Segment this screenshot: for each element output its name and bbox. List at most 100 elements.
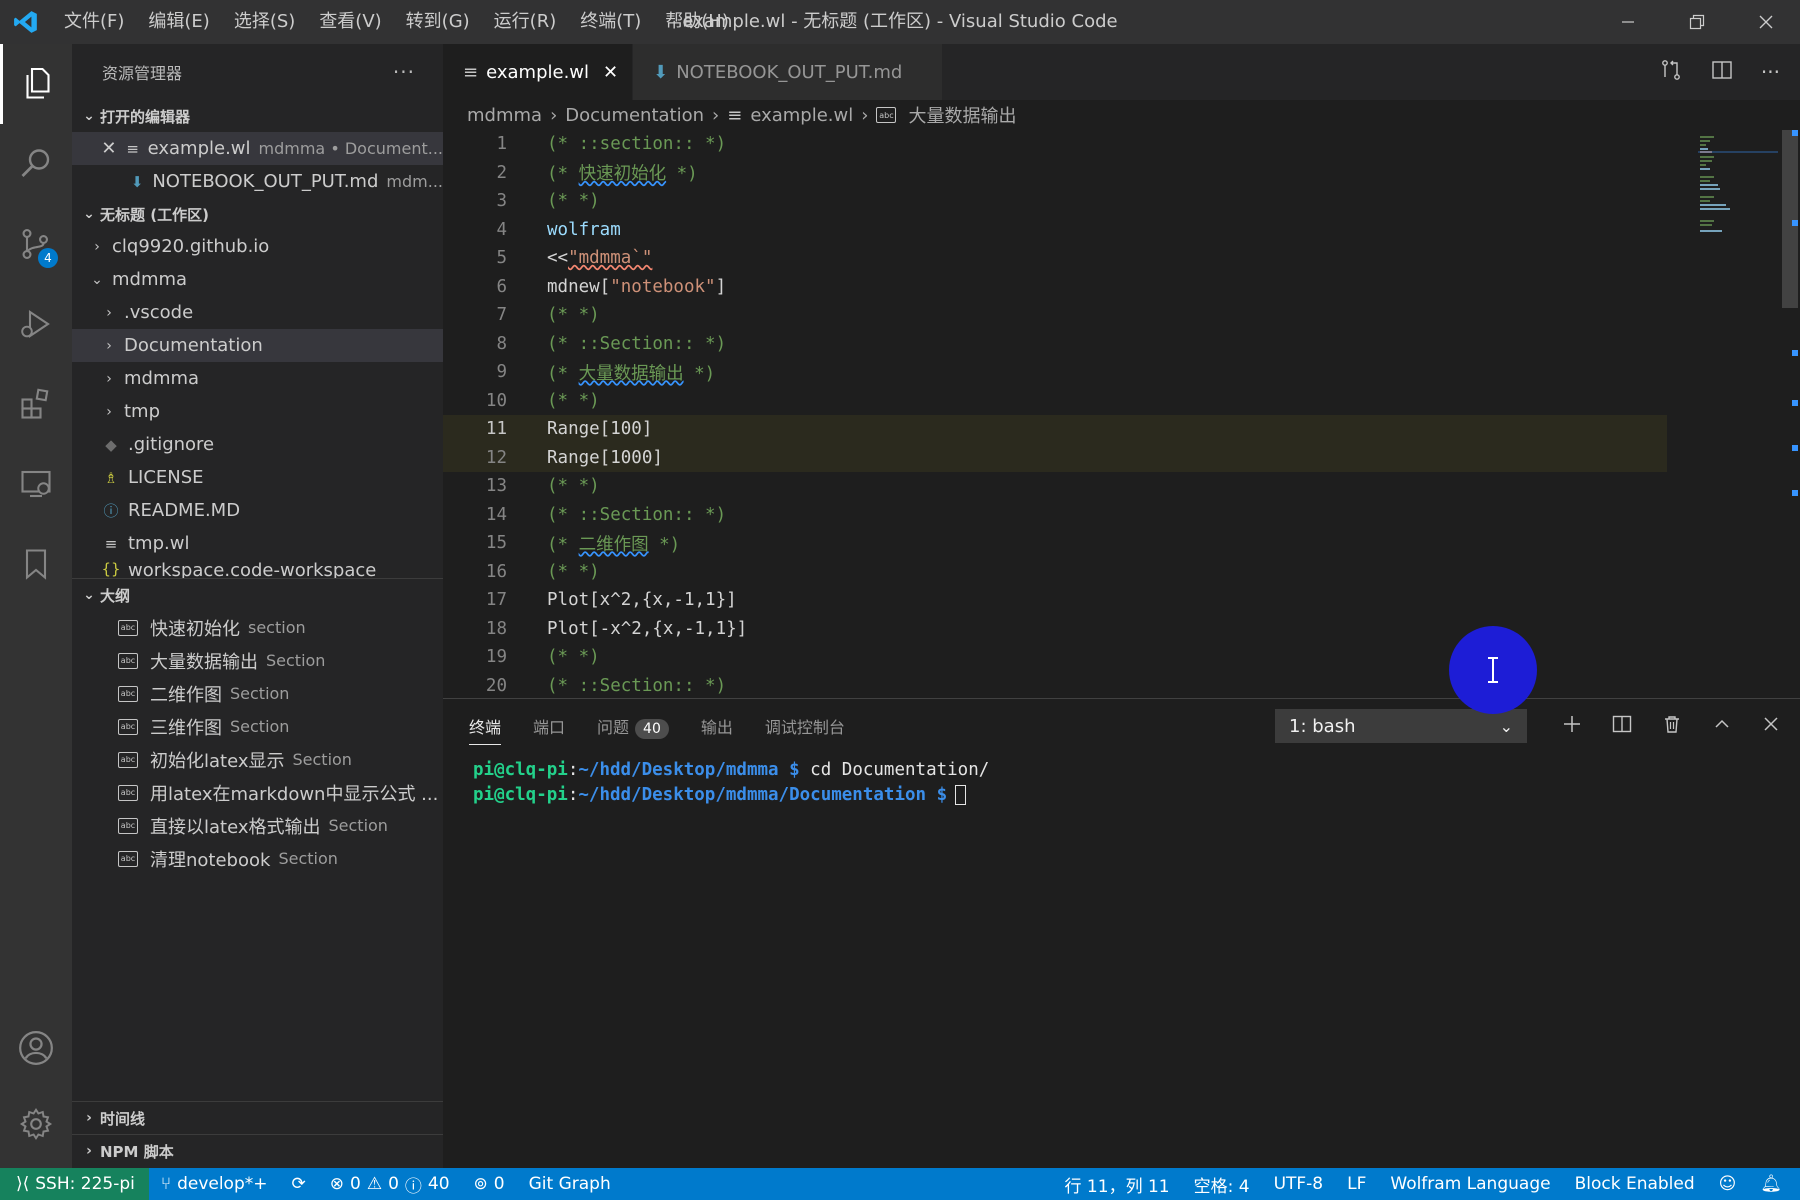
account-icon[interactable] xyxy=(0,1008,72,1088)
tree-file[interactable]: ◆ .gitignore xyxy=(72,428,443,461)
git-graph-button[interactable]: Git Graph xyxy=(517,1174,623,1194)
bookmark-icon[interactable] xyxy=(0,524,72,604)
string-symbol-icon: abc xyxy=(876,107,897,123)
terminal[interactable]: pi@clq-pi: ~/hdd/Desktop/mdmma $ cd Docum… xyxy=(443,753,1800,807)
menu-terminal[interactable]: 终端(T) xyxy=(568,0,653,44)
menu-go[interactable]: 转到(G) xyxy=(394,0,482,44)
tree-file[interactable]: ≡ tmp.wl xyxy=(72,527,443,560)
chevron-right-icon: › xyxy=(550,104,558,126)
tree-folder[interactable]: › clq9920.github.io xyxy=(72,230,443,263)
menu-view[interactable]: 查看(V) xyxy=(307,0,393,44)
tree-folder[interactable]: › .vscode xyxy=(72,296,443,329)
open-editor-item[interactable]: ✕ ≡ example.wl mdmma • Document... xyxy=(72,132,443,165)
menu-help[interactable]: 帮助(H) xyxy=(653,0,741,44)
sync-button[interactable]: ⟳ xyxy=(280,1174,318,1194)
close-icon[interactable]: ✕ xyxy=(100,138,118,159)
open-editor-item[interactable]: ⬇ NOTEBOOK_OUT_PUT.md mdm... xyxy=(72,165,443,198)
outline-item[interactable]: abc 快速初始化 section xyxy=(72,611,443,644)
breadcrumb-item[interactable]: example.wl xyxy=(750,105,853,126)
tab-example-wl[interactable]: ≡ example.wl ✕ xyxy=(443,44,634,100)
title-bar: 文件(F) 编辑(E) 选择(S) 查看(V) 转到(G) 运行(R) 终端(T… xyxy=(0,0,1800,44)
chevron-right-icon: › xyxy=(861,104,869,126)
breadcrumb-item[interactable]: Documentation xyxy=(565,105,704,126)
outline-item[interactable]: abc 大量数据输出 Section xyxy=(72,644,443,677)
tab-ports[interactable]: 端口 xyxy=(533,714,565,738)
tab-output[interactable]: 输出 xyxy=(701,714,733,738)
remote-explorer-icon[interactable] xyxy=(0,444,72,524)
split-editor-icon[interactable] xyxy=(1711,59,1733,86)
timeline-header[interactable]: › 时间线 xyxy=(72,1102,443,1134)
line-number: 17 xyxy=(485,590,507,611)
close-icon[interactable] xyxy=(1762,715,1780,738)
new-terminal-icon[interactable] xyxy=(1562,714,1582,739)
end-of-line[interactable]: LF xyxy=(1335,1174,1378,1194)
indentation[interactable]: 空格: 4 xyxy=(1182,1172,1262,1197)
tree-file[interactable]: ⓘ README.MD xyxy=(72,494,443,527)
breadcrumb-item[interactable]: 大量数据输出 xyxy=(908,102,1016,128)
editor-scrollbar[interactable] xyxy=(1778,130,1800,698)
run-debug-icon[interactable] xyxy=(0,284,72,364)
tab-notebook-output-md[interactable]: ⬇ NOTEBOOK_OUT_PUT.md xyxy=(633,44,944,100)
string-symbol-icon: abc xyxy=(118,652,138,669)
block-status[interactable]: Block Enabled xyxy=(1563,1174,1707,1194)
menu-selection[interactable]: 选择(S) xyxy=(222,0,307,44)
outline-item[interactable]: abc 用latex在markdown中显示公式 ... xyxy=(72,776,443,809)
minimize-icon[interactable] xyxy=(1593,0,1662,44)
feedback-icon[interactable]: ☺ xyxy=(1707,1174,1749,1194)
outline-item[interactable]: abc 二维作图 Section xyxy=(72,677,443,710)
language-mode[interactable]: Wolfram Language xyxy=(1378,1174,1562,1194)
tree-file[interactable]: {} workspace.code-workspace xyxy=(72,560,443,578)
outline-header[interactable]: ⌄ 大纲 xyxy=(72,579,443,611)
npm-scripts-header[interactable]: › NPM 脚本 xyxy=(72,1135,443,1167)
tree-folder[interactable]: › tmp xyxy=(72,395,443,428)
menu-run[interactable]: 运行(R) xyxy=(482,0,569,44)
close-window-icon[interactable] xyxy=(1731,0,1800,44)
minimap[interactable] xyxy=(1678,130,1778,698)
chevron-up-icon[interactable] xyxy=(1712,714,1732,739)
outline-item[interactable]: abc 直接以latex格式输出 Section xyxy=(72,809,443,842)
outline-item[interactable]: abc 清理notebook Section xyxy=(72,842,443,875)
outline-item[interactable]: abc 三维作图 Section xyxy=(72,710,443,743)
cursor-position[interactable]: 行 11，列 11 xyxy=(1053,1172,1182,1197)
ports-status[interactable]: ⊚ 0 xyxy=(462,1174,517,1194)
tree-folder[interactable]: ⌄ mdmma xyxy=(72,263,443,296)
outline-item[interactable]: abc 初始化latex显示 Section xyxy=(72,743,443,776)
tab-debug-console[interactable]: 调试控制台 xyxy=(765,714,845,738)
breadcrumb: mdmma › Documentation › ≡ example.wl › a… xyxy=(443,100,1800,130)
close-icon[interactable]: ✕ xyxy=(603,62,618,83)
explorer-icon[interactable] xyxy=(0,44,72,124)
code-line: 1 (* ::section:: *) xyxy=(443,130,1800,159)
trash-icon[interactable] xyxy=(1662,714,1682,739)
tree-folder[interactable]: › Documentation xyxy=(72,329,443,362)
workspace-header[interactable]: ⌄ 无标题 (工作区) xyxy=(72,198,443,230)
more-actions-icon[interactable]: ··· xyxy=(393,60,415,84)
split-terminal-icon[interactable] xyxy=(1612,714,1632,739)
search-icon[interactable] xyxy=(0,124,72,204)
extensions-icon[interactable] xyxy=(0,364,72,444)
string-symbol-icon: abc xyxy=(118,817,138,834)
restore-icon[interactable] xyxy=(1662,0,1731,44)
tab-terminal[interactable]: 终端 xyxy=(469,714,502,745)
problems-status[interactable]: ⊗ 0 ⚠ 0 ⓘ 40 xyxy=(318,1172,462,1197)
tree-file[interactable]: ♗ LICENSE xyxy=(72,461,443,494)
tab-problems[interactable]: 问题 40 xyxy=(597,714,669,739)
open-changes-icon[interactable] xyxy=(1659,58,1683,87)
settings-gear-icon[interactable] xyxy=(0,1084,72,1164)
menu-file[interactable]: 文件(F) xyxy=(52,0,136,44)
source-control-icon[interactable]: 4 xyxy=(0,204,72,284)
code-line: 6 mdnew["notebook"] xyxy=(443,273,1800,302)
outline-name: 清理notebook xyxy=(150,849,271,871)
bell-icon[interactable]: 🔔︎ xyxy=(1748,1174,1800,1194)
git-branch[interactable]: ⑂ develop*+ xyxy=(149,1174,280,1194)
remote-indicator[interactable]: ⟩⟨ SSH: 225-pi xyxy=(0,1168,149,1200)
menu-edit[interactable]: 编辑(E) xyxy=(136,0,221,44)
open-editors-header[interactable]: ⌄ 打开的编辑器 xyxy=(72,100,443,132)
tree-folder[interactable]: › mdmma xyxy=(72,362,443,395)
encoding[interactable]: UTF-8 xyxy=(1262,1174,1336,1194)
terminal-select[interactable]: 1: bash ⌄ xyxy=(1275,709,1527,743)
scm-badge: 4 xyxy=(38,248,58,268)
more-actions-icon[interactable]: ··· xyxy=(1761,60,1780,84)
code-editor[interactable]: 1 (* ::section:: *) 2 (* 快速初始化 *) 3 (* *) 4… xyxy=(443,130,1800,698)
breadcrumb-item[interactable]: mdmma xyxy=(467,105,542,126)
tree-label: workspace.code-workspace xyxy=(128,560,377,578)
